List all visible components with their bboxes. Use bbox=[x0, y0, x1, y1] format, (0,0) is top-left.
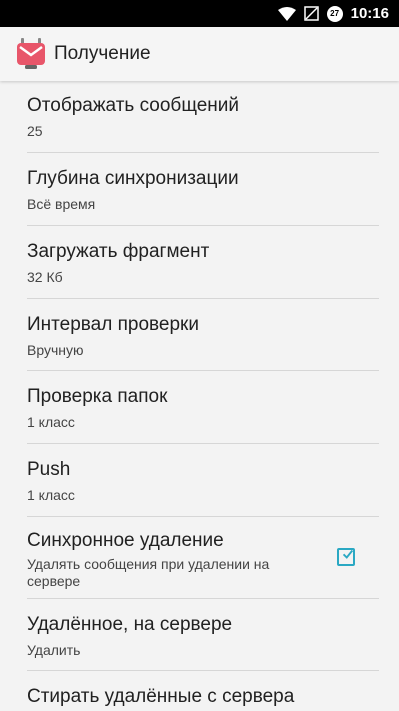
pref-title: Проверка папок bbox=[27, 386, 168, 407]
pref-folder-check[interactable]: Проверка папок 1 класс bbox=[0, 371, 399, 444]
k9-mail-logo-icon[interactable] bbox=[17, 38, 45, 70]
status-time: 10:16 bbox=[350, 5, 389, 22]
wifi-icon bbox=[277, 6, 296, 21]
pref-check-interval[interactable]: Интервал проверки Вручную bbox=[0, 299, 399, 371]
pref-title: Загружать фрагмент bbox=[27, 241, 210, 262]
pref-summary: 32 Кб bbox=[27, 269, 63, 285]
pref-fetch-fragment[interactable]: Загружать фрагмент 32 Кб bbox=[0, 226, 399, 299]
checkmark-icon bbox=[343, 549, 353, 559]
pref-deleted-on-server[interactable]: Удалённое, на сервере Удалить bbox=[0, 599, 399, 671]
pref-summary: Всё время bbox=[27, 196, 96, 212]
preferences-list: Отображать сообщений 25 Глубина синхрони… bbox=[0, 81, 399, 711]
pref-title: Стирать удалённые с сервера bbox=[27, 686, 295, 707]
pref-expunge-deleted[interactable]: Стирать удалённые с сервера bbox=[0, 671, 399, 711]
pref-title: Синхронное удаление bbox=[27, 530, 224, 551]
pref-summary: 1 класс bbox=[27, 414, 75, 430]
pref-sync-depth[interactable]: Глубина синхронизации Всё время bbox=[0, 153, 399, 226]
pref-title: Интервал проверки bbox=[27, 314, 199, 335]
pref-push[interactable]: Push 1 класс bbox=[0, 444, 399, 517]
pref-display-count[interactable]: Отображать сообщений 25 bbox=[0, 81, 399, 153]
pref-summary: 1 класс bbox=[27, 487, 75, 503]
page-title: Получение bbox=[54, 43, 151, 64]
notification-badge-icon: 27 bbox=[326, 5, 343, 22]
pref-summary: Удалять сообщения при удалении на сервер… bbox=[27, 556, 270, 589]
pref-summary: 25 bbox=[27, 123, 43, 139]
pref-summary: Вручную bbox=[27, 342, 84, 358]
pref-title: Push bbox=[27, 459, 71, 480]
status-bar: 27 10:16 bbox=[0, 0, 399, 27]
pref-title: Глубина синхронизации bbox=[27, 168, 239, 189]
pref-sync-delete[interactable]: Синхронное удаление Удалять сообщения пр… bbox=[0, 517, 399, 599]
pref-title: Удалённое, на сервере bbox=[27, 614, 233, 635]
app-bar: Получение bbox=[0, 27, 399, 81]
sync-delete-checkbox[interactable] bbox=[337, 548, 355, 566]
pref-title: Отображать сообщений bbox=[27, 95, 240, 116]
pref-summary: Удалить bbox=[27, 642, 81, 658]
signal-off-icon bbox=[303, 6, 319, 21]
